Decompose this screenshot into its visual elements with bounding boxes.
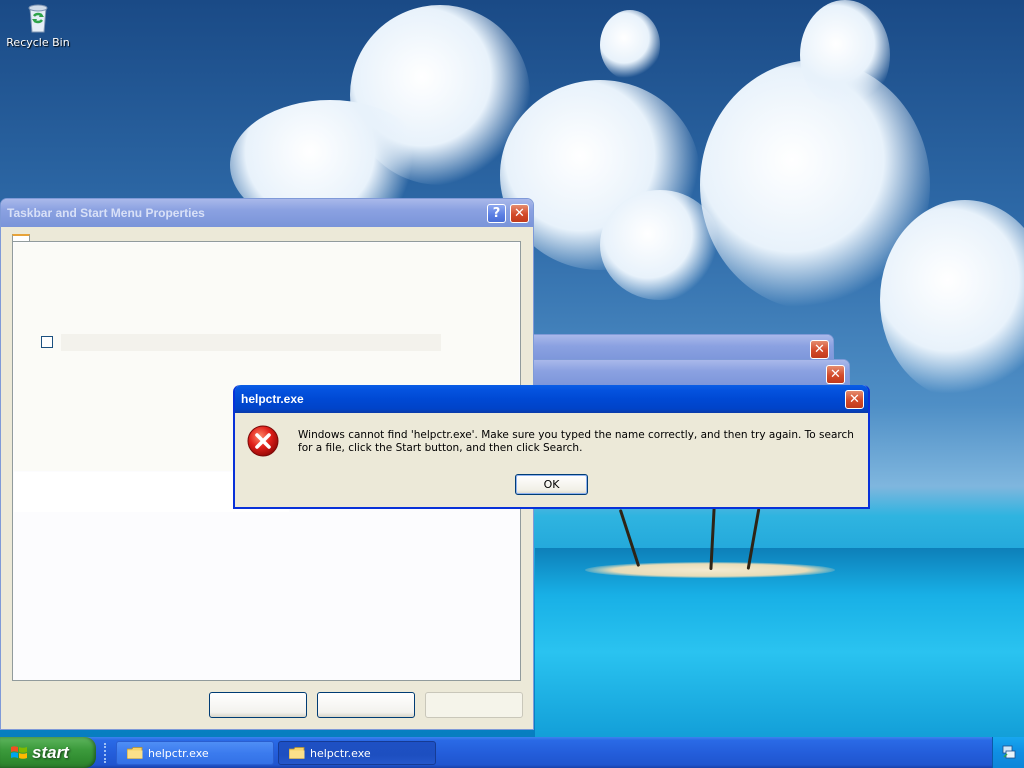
error-message: Windows cannot find 'helpctr.exe'. Make …: [298, 429, 854, 454]
close-icon[interactable]: ✕: [826, 365, 845, 384]
dialog-body: Windows cannot find 'helpctr.exe'. Make …: [235, 413, 868, 507]
apply-button: [425, 692, 523, 718]
cloud: [600, 10, 660, 80]
desktop-icon-label: Recycle Bin: [6, 36, 70, 49]
cloud: [800, 0, 890, 110]
ok-button[interactable]: [209, 692, 307, 718]
option-checkbox[interactable]: [41, 336, 53, 348]
close-icon[interactable]: ✕: [845, 390, 864, 409]
error-dialog[interactable]: helpctr.exe ✕ Windows cannot find 'helpc…: [233, 385, 870, 509]
toolbar-grip[interactable]: [104, 743, 110, 763]
close-icon[interactable]: ✕: [510, 204, 529, 223]
window-title: Taskbar and Start Menu Properties: [7, 206, 205, 220]
cancel-button[interactable]: [317, 692, 415, 718]
window-titlebar[interactable]: Taskbar and Start Menu Properties ? ✕: [1, 199, 533, 227]
folder-icon: [288, 747, 305, 759]
close-icon[interactable]: ✕: [810, 340, 829, 359]
window-titlebar[interactable]: ✕: [501, 360, 849, 388]
taskbar-button-label: helpctr.exe: [310, 746, 371, 760]
system-tray: [992, 737, 1024, 768]
ok-button[interactable]: OK: [515, 474, 588, 495]
taskbar-button[interactable]: helpctr.exe: [116, 741, 274, 765]
desktop-icon-recycle-bin[interactable]: Recycle Bin: [4, 2, 72, 49]
taskbar[interactable]: start helpctr.exe helpctr.exe: [0, 737, 1024, 768]
start-button[interactable]: start: [0, 737, 96, 768]
error-icon: [247, 425, 279, 457]
start-label: start: [32, 742, 69, 762]
network-icon[interactable]: [1001, 744, 1017, 760]
windows-logo-icon: [10, 744, 28, 762]
dialog-title: helpctr.exe: [241, 392, 304, 406]
taskbar-button[interactable]: helpctr.exe: [278, 741, 436, 765]
folder-icon: [126, 747, 143, 759]
help-icon[interactable]: ?: [487, 204, 506, 223]
recycle-bin-icon: [22, 2, 54, 34]
taskbar-button-label: helpctr.exe: [148, 746, 209, 760]
checkbox-label: [61, 334, 441, 351]
window-titlebar[interactable]: helpctr.exe ✕: [235, 385, 868, 413]
